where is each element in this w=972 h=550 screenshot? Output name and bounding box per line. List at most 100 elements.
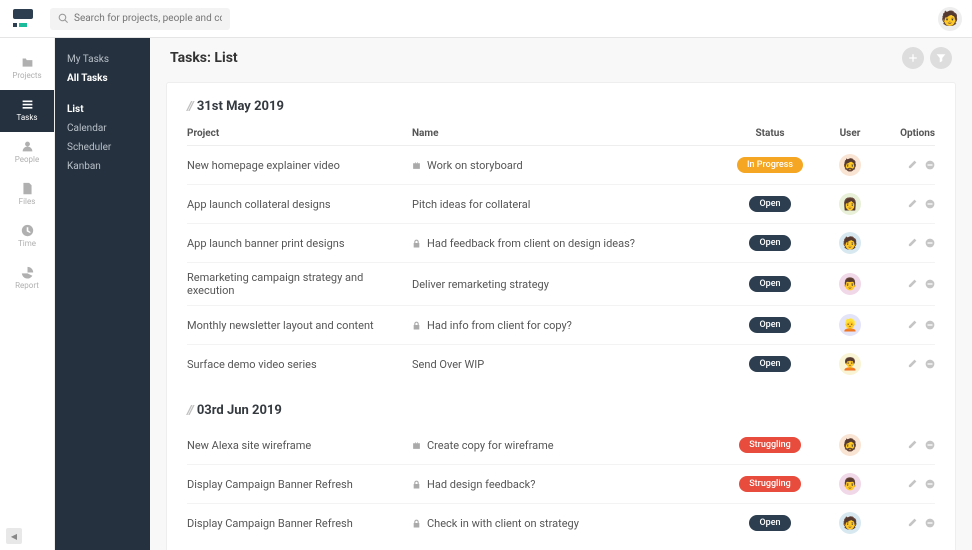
task-row[interactable]: Display Campaign Banner Refresh Check in… (187, 504, 935, 542)
task-row[interactable]: New Alexa site wireframe Create copy for… (187, 426, 935, 465)
sidebar-sub-calendar[interactable]: Calendar (67, 119, 138, 138)
time-icon (21, 224, 34, 237)
sidebar-sub-scheduler[interactable]: Scheduler (67, 138, 138, 157)
task-row[interactable]: New homepage explainer video Work on sto… (187, 146, 935, 185)
task-name: Had design feedback? (412, 478, 720, 491)
report-icon (21, 266, 34, 279)
tasks-icon (21, 98, 34, 111)
filter-button[interactable] (930, 47, 952, 69)
delete-icon[interactable] (925, 359, 935, 369)
edit-icon[interactable] (907, 518, 917, 528)
delete-icon[interactable] (925, 279, 935, 289)
task-project: Display Campaign Banner Refresh (187, 517, 412, 530)
status-badge: Struggling (739, 476, 801, 492)
assignee-avatar[interactable]: 👨 (839, 273, 861, 295)
edit-icon[interactable] (907, 359, 917, 369)
lock-icon (412, 480, 421, 489)
task-name: Deliver remarketing strategy (412, 278, 720, 291)
task-name: Work on storyboard (412, 159, 720, 172)
assignee-avatar[interactable]: 👱 (839, 314, 861, 336)
assignee-avatar[interactable]: 🧑 (839, 232, 861, 254)
delete-icon[interactable] (925, 479, 935, 489)
edit-icon[interactable] (907, 199, 917, 209)
delete-icon[interactable] (925, 199, 935, 209)
briefcase-icon (412, 161, 421, 170)
filter-icon (936, 53, 946, 63)
rail-item-projects[interactable]: Projects (0, 48, 54, 90)
status-badge: Open (749, 317, 790, 333)
app-logo (10, 9, 36, 29)
task-group: //03rd Jun 2019 New Alexa site wireframe… (187, 403, 935, 542)
rail-item-people[interactable]: People (0, 132, 54, 174)
task-row[interactable]: Display Campaign Banner Refresh Had desi… (187, 465, 935, 504)
task-project: App launch banner print designs (187, 237, 412, 250)
col-project: Project (187, 128, 412, 139)
group-date-heading: //31st May 2019 (187, 99, 935, 114)
sidebar-sub-kanban[interactable]: Kanban (67, 157, 138, 176)
task-project: Remarketing campaign strategy and execut… (187, 271, 412, 297)
lock-icon (412, 239, 421, 248)
rail-label: Report (15, 281, 39, 290)
task-row[interactable]: Monthly newsletter layout and content Ha… (187, 306, 935, 345)
rail-collapse-button[interactable]: ◀ (6, 528, 22, 544)
assignee-avatar[interactable]: 🧑‍🦱 (839, 353, 861, 375)
assignee-avatar[interactable]: 👨 (839, 473, 861, 495)
search-icon (58, 13, 69, 24)
status-badge: Open (749, 235, 790, 251)
task-name: Send Over WIP (412, 358, 720, 371)
edit-icon[interactable] (907, 160, 917, 170)
search-input[interactable] (74, 13, 222, 24)
main: Tasks: List //31st May 2019 Project Name … (150, 38, 972, 550)
delete-icon[interactable] (925, 518, 935, 528)
lock-icon (412, 519, 421, 528)
assignee-avatar[interactable]: 🧔 (839, 434, 861, 456)
delete-icon[interactable] (925, 320, 935, 330)
rail-item-report[interactable]: Report (0, 258, 54, 300)
sidebar-item-all-tasks[interactable]: All Tasks (67, 69, 138, 88)
edit-icon[interactable] (907, 320, 917, 330)
col-user: User (820, 128, 880, 139)
task-project: Monthly newsletter layout and content (187, 319, 412, 332)
status-badge: Struggling (739, 437, 801, 453)
sidebar: My TasksAll Tasks ListCalendarSchedulerK… (55, 38, 150, 550)
rail-item-tasks[interactable]: Tasks (0, 90, 54, 132)
edit-icon[interactable] (907, 238, 917, 248)
delete-icon[interactable] (925, 238, 935, 248)
rail-label: Files (19, 197, 36, 206)
rail-item-files[interactable]: Files (0, 174, 54, 216)
task-group: //31st May 2019 Project Name Status User … (187, 99, 935, 383)
task-project: Display Campaign Banner Refresh (187, 478, 412, 491)
task-project: New homepage explainer video (187, 159, 412, 172)
content-scroll[interactable]: //31st May 2019 Project Name Status User … (150, 78, 972, 550)
status-badge: In Progress (737, 157, 803, 173)
status-badge: Open (749, 196, 790, 212)
sidebar-item-my-tasks[interactable]: My Tasks (67, 50, 138, 69)
people-icon (21, 140, 34, 153)
column-headers: Project Name Status User Options (187, 122, 935, 146)
current-user-avatar[interactable]: 🧑 (938, 7, 962, 31)
task-row[interactable]: Surface demo video series Send Over WIP … (187, 345, 935, 383)
delete-icon[interactable] (925, 440, 935, 450)
task-row[interactable]: App launch banner print designs Had feed… (187, 224, 935, 263)
task-name: Had info from client for copy? (412, 319, 720, 332)
task-project: App launch collateral designs (187, 198, 412, 211)
edit-icon[interactable] (907, 279, 917, 289)
assignee-avatar[interactable]: 🧑 (839, 512, 861, 534)
sidebar-sub-list[interactable]: List (67, 100, 138, 119)
rail-item-time[interactable]: Time (0, 216, 54, 258)
add-button[interactable] (902, 47, 924, 69)
projects-icon (21, 56, 34, 69)
edit-icon[interactable] (907, 479, 917, 489)
delete-icon[interactable] (925, 160, 935, 170)
main-header: Tasks: List (150, 38, 972, 78)
edit-icon[interactable] (907, 440, 917, 450)
task-name: Check in with client on strategy (412, 517, 720, 530)
assignee-avatar[interactable]: 👩 (839, 193, 861, 215)
rail-label: Projects (12, 71, 41, 80)
task-row[interactable]: Remarketing campaign strategy and execut… (187, 263, 935, 306)
assignee-avatar[interactable]: 🧔 (839, 154, 861, 176)
task-row[interactable]: App launch collateral designs Pitch idea… (187, 185, 935, 224)
search-box[interactable] (50, 8, 230, 30)
rail-label: Time (18, 239, 36, 248)
status-badge: Open (749, 356, 790, 372)
